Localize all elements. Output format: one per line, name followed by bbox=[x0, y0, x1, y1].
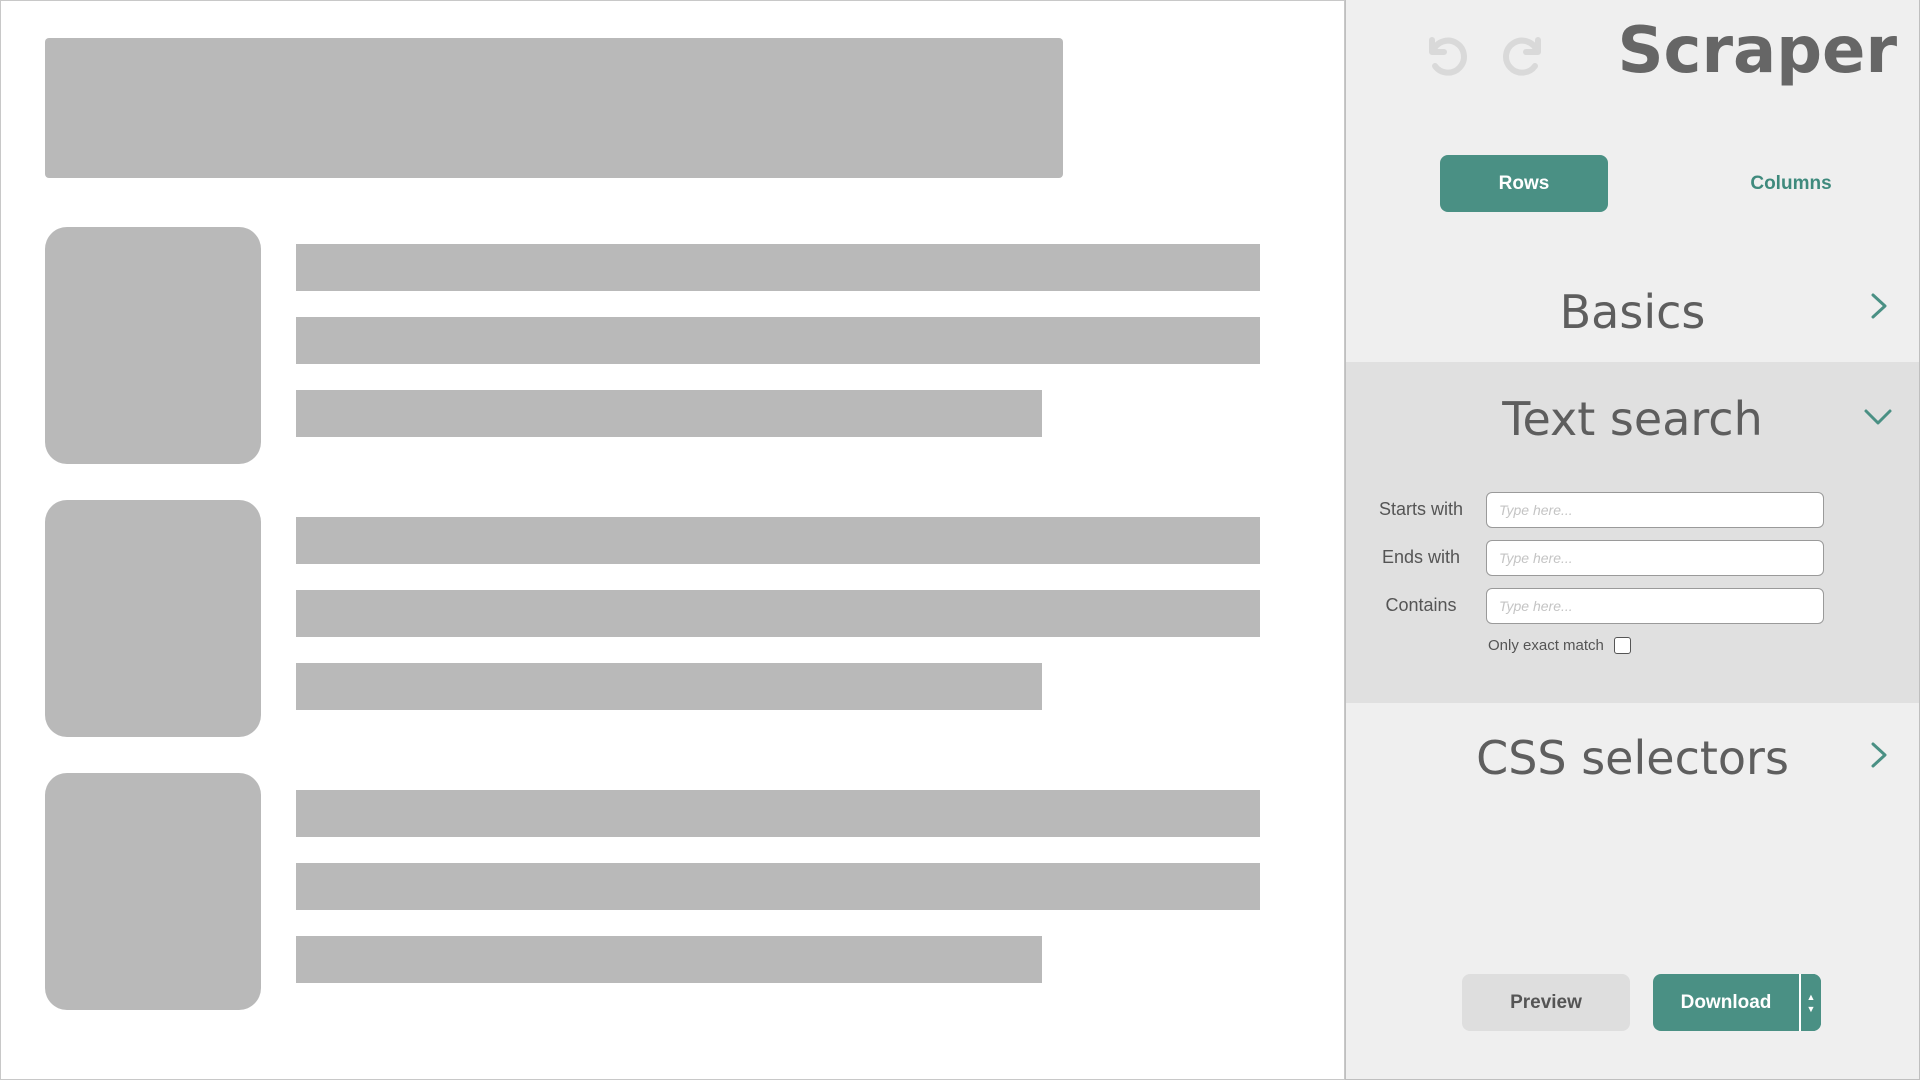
tab-columns[interactable]: Columns bbox=[1706, 155, 1876, 212]
arrow-down-icon: ▼ bbox=[1806, 1003, 1816, 1014]
preview-button[interactable]: Preview bbox=[1462, 974, 1630, 1031]
exact-match-checkbox[interactable] bbox=[1613, 636, 1631, 654]
undo-button[interactable] bbox=[1414, 24, 1474, 84]
exact-match-label: Only exact match bbox=[1488, 636, 1604, 654]
text-line-placeholder bbox=[296, 244, 1260, 291]
download-split-button: Download ▲ ▼ bbox=[1653, 974, 1821, 1031]
section-css-selectors[interactable]: CSS selectors bbox=[1346, 703, 1919, 813]
thumbnail-placeholder bbox=[45, 500, 261, 737]
redo-button[interactable] bbox=[1496, 24, 1556, 84]
exact-match-row: Only exact match bbox=[1488, 634, 1631, 656]
section-text-search-title[interactable]: Text search bbox=[1346, 392, 1919, 446]
text-line-placeholder bbox=[296, 790, 1260, 837]
page-preview bbox=[0, 0, 1345, 1080]
contains-input[interactable] bbox=[1486, 588, 1824, 624]
thumbnail-placeholder bbox=[45, 227, 261, 464]
starts-with-label: Starts with bbox=[1378, 499, 1464, 519]
chevron-right-icon bbox=[1871, 742, 1887, 768]
redo-icon bbox=[1503, 37, 1541, 76]
thumbnail-placeholder bbox=[45, 773, 261, 1010]
starts-with-row: Starts with bbox=[1346, 492, 1919, 528]
tab-rows[interactable]: Rows bbox=[1440, 155, 1608, 212]
text-line-placeholder bbox=[296, 517, 1260, 564]
text-line-placeholder bbox=[296, 863, 1260, 910]
arrow-up-icon: ▲ bbox=[1806, 991, 1816, 1002]
download-options-spinner[interactable]: ▲ ▼ bbox=[1799, 974, 1821, 1031]
ends-with-label: Ends with bbox=[1381, 547, 1461, 567]
download-button[interactable]: Download bbox=[1653, 974, 1799, 1031]
text-line-placeholder bbox=[296, 317, 1260, 364]
undo-icon bbox=[1429, 37, 1467, 76]
chevron-down-icon[interactable] bbox=[1863, 402, 1893, 432]
text-line-placeholder bbox=[296, 590, 1260, 637]
section-basics[interactable]: Basics bbox=[1346, 255, 1919, 362]
ends-with-row: Ends with bbox=[1346, 540, 1919, 576]
section-text-search: Text search Starts with Ends with Contai… bbox=[1346, 362, 1919, 703]
section-css-selectors-title: CSS selectors bbox=[1476, 731, 1789, 785]
text-line-placeholder bbox=[296, 936, 1042, 983]
starts-with-input[interactable] bbox=[1486, 492, 1824, 528]
ends-with-input[interactable] bbox=[1486, 540, 1824, 576]
section-basics-title: Basics bbox=[1559, 285, 1706, 339]
app-title: Scraper bbox=[1617, 14, 1897, 88]
text-line-placeholder bbox=[296, 663, 1042, 710]
chevron-right-icon bbox=[1871, 293, 1887, 319]
contains-label: Contains bbox=[1385, 595, 1457, 615]
scraper-panel: Scraper Rows Columns Basics Text search … bbox=[1345, 0, 1920, 1080]
header-placeholder bbox=[45, 38, 1063, 178]
contains-row: Contains bbox=[1346, 588, 1919, 624]
text-line-placeholder bbox=[296, 390, 1042, 437]
